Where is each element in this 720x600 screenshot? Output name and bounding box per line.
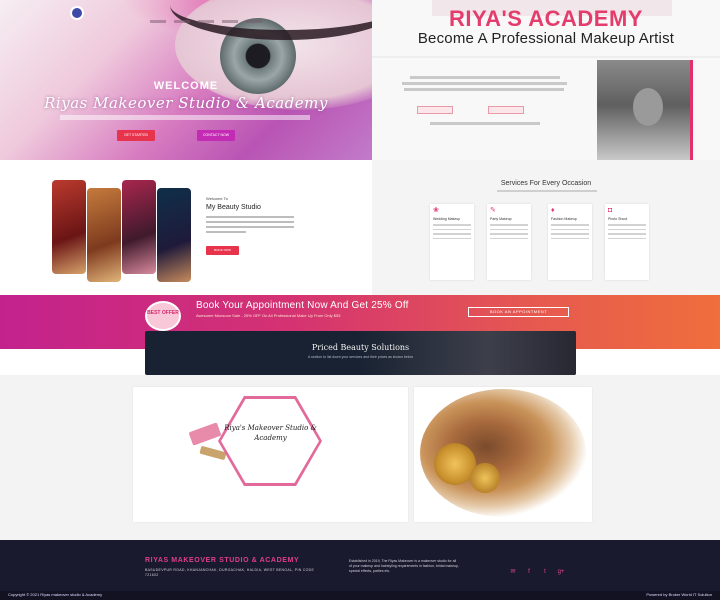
text-line bbox=[490, 224, 528, 226]
book-now-button[interactable]: BOOK NOW bbox=[206, 246, 239, 255]
nav-item[interactable] bbox=[150, 20, 166, 23]
gallery-photo bbox=[157, 188, 191, 282]
twitter-icon[interactable]: t bbox=[539, 569, 551, 575]
text-line bbox=[433, 228, 471, 230]
footer-brand: RIYAS MAKEOVER STUDIO & ACADEMY bbox=[145, 557, 300, 564]
service-card[interactable]: ✎ Party Makeup bbox=[487, 204, 531, 280]
service-title: Fashion Makeup bbox=[551, 217, 577, 221]
text-line bbox=[490, 237, 528, 239]
service-card[interactable]: ♦ Fashion Makeup bbox=[548, 204, 592, 280]
text-line bbox=[206, 221, 294, 223]
earring-graphic bbox=[470, 463, 500, 493]
text-line bbox=[433, 237, 471, 239]
facebook-icon[interactable]: f bbox=[523, 569, 535, 575]
academy-subtitle: Become A Professional Makeup Artist bbox=[417, 30, 675, 47]
promo-subtitle: Awesome Monsoon Sale - 25% OFF On All Pr… bbox=[196, 313, 341, 318]
gallery-photo bbox=[122, 180, 156, 274]
text-line bbox=[608, 224, 646, 226]
footer-bottom-bar: Copyright © 2021 Riyas makeover studio &… bbox=[0, 591, 720, 600]
hero-banner: WELCOME Riyas Makeover Studio & Academy … bbox=[0, 0, 372, 160]
hero-tagline bbox=[60, 115, 310, 120]
academy-button[interactable] bbox=[417, 106, 453, 114]
service-title: Party Makeup bbox=[490, 217, 512, 221]
footer: RIYAS MAKEOVER STUDIO & ACADEMY BASUDEVP… bbox=[0, 540, 720, 600]
priced-solutions-banner: Priced Beauty Solutions A section to lis… bbox=[145, 331, 576, 375]
academy-button[interactable] bbox=[488, 106, 524, 114]
service-card[interactable]: ◘ Photo Shoot bbox=[605, 204, 649, 280]
section-divider bbox=[372, 56, 720, 58]
academy-brand: RIYA'S ACADEMY bbox=[449, 6, 643, 31]
model-face bbox=[633, 88, 663, 126]
logo-text: Riya's Makeover Studio & Academy bbox=[224, 424, 317, 442]
service-title: Photo Shoot bbox=[608, 217, 628, 221]
text-line bbox=[404, 88, 564, 91]
text-line bbox=[206, 231, 246, 233]
site-logo[interactable] bbox=[70, 6, 84, 20]
service-title: Wedding Makeup bbox=[433, 217, 461, 221]
text-line bbox=[608, 237, 646, 239]
footer-description: Established in 2019, The Riyas Makeover … bbox=[349, 559, 459, 573]
offer-badge: BEST OFFER bbox=[145, 301, 181, 331]
text-line bbox=[433, 233, 471, 235]
text-line bbox=[551, 228, 589, 230]
email-icon[interactable]: ✉ bbox=[507, 568, 519, 575]
camera-icon: ◘ bbox=[608, 207, 613, 214]
text-line bbox=[551, 233, 589, 235]
footer-address: BASUDEVPUR ROAD, KHANJANCHAK, DURGACHAK,… bbox=[145, 568, 315, 577]
welcome-to-label: Welcome To bbox=[206, 196, 228, 201]
powered-by-text[interactable]: Powered by Broker World IT Solution bbox=[646, 592, 712, 597]
beauty-studio-section: Welcome To My Beauty Studio BOOK NOW bbox=[0, 160, 372, 295]
background-photo bbox=[356, 331, 576, 375]
text-line bbox=[608, 233, 646, 235]
text-line bbox=[608, 228, 646, 230]
copyright-text: Copyright © 2021 Riyas makeover studio &… bbox=[8, 592, 103, 597]
accent-bar bbox=[690, 60, 693, 160]
text-line bbox=[206, 216, 294, 218]
priced-title: Priced Beauty Solutions bbox=[311, 343, 410, 352]
text-line bbox=[551, 237, 589, 239]
services-section: Services For Every Occasion ❀ Wedding Ma… bbox=[372, 160, 720, 295]
nav-item[interactable] bbox=[246, 20, 262, 23]
googleplus-icon[interactable]: g+ bbox=[555, 569, 567, 575]
hero-title: Riyas Makeover Studio & Academy bbox=[44, 94, 328, 112]
bride-icon: ❀ bbox=[433, 207, 439, 214]
services-title: Services For Every Occasion bbox=[500, 180, 592, 187]
gallery-section: Riya's Makeover Studio & Academy bbox=[0, 375, 720, 540]
services-subtitle-line bbox=[497, 190, 597, 192]
text-line bbox=[410, 76, 560, 79]
hero-welcome: WELCOME bbox=[153, 80, 219, 92]
text-line bbox=[206, 226, 294, 228]
text-line bbox=[402, 82, 567, 85]
promo-title: Book Your Appointment Now And Get 25% Of… bbox=[196, 300, 409, 311]
gallery-photo bbox=[52, 180, 86, 274]
gallery-photo bbox=[87, 188, 121, 282]
page: WELCOME Riyas Makeover Studio & Academy … bbox=[0, 0, 720, 600]
jewellery-card bbox=[414, 387, 592, 522]
text-line bbox=[490, 233, 528, 235]
academy-section: RIYA'S ACADEMY Become A Professional Mak… bbox=[372, 0, 720, 160]
get-started-button[interactable]: GET STARTED bbox=[117, 130, 155, 141]
book-appointment-button[interactable]: BOOK AN APPOINTMENT bbox=[468, 307, 569, 317]
studio-title: My Beauty Studio bbox=[206, 204, 261, 211]
nav-item[interactable] bbox=[174, 20, 190, 23]
service-card[interactable]: ❀ Wedding Makeup bbox=[430, 204, 474, 280]
text-line bbox=[433, 224, 471, 226]
social-links: ✉ f t g+ bbox=[507, 560, 571, 578]
text-line bbox=[551, 224, 589, 226]
lipstick-icon: ♦ bbox=[551, 207, 555, 214]
top-nav bbox=[150, 10, 300, 23]
nav-item[interactable] bbox=[222, 20, 238, 23]
contact-now-button[interactable]: CONTACT NOW bbox=[197, 130, 235, 141]
text-line bbox=[490, 228, 528, 230]
brush-icon: ✎ bbox=[490, 207, 496, 214]
model-photo bbox=[597, 60, 692, 160]
text-line bbox=[430, 122, 540, 125]
nav-item[interactable] bbox=[198, 20, 214, 23]
priced-subtitle: A section to list down your services and… bbox=[307, 355, 414, 359]
